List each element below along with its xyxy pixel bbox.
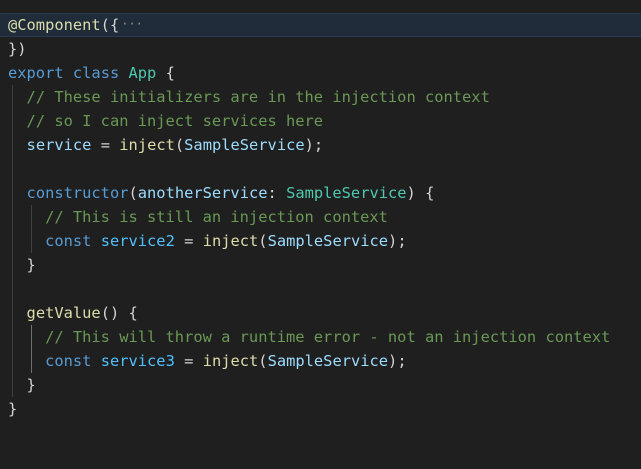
comment-token: // so I can inject services here — [26, 112, 324, 130]
code-line-17[interactable]: } — [0, 397, 641, 421]
comment-token: // This will throw a runtime error - not… — [45, 328, 611, 346]
code-line-1[interactable]: @Component({··· — [0, 13, 641, 37]
operator-token: = — [100, 136, 110, 154]
comment-token: // These initializers are in the injecti… — [26, 88, 490, 106]
code-line-4[interactable]: // These initializers are in the injecti… — [0, 85, 641, 109]
method-name-token: getValue — [26, 304, 101, 322]
brace-token: } — [26, 376, 36, 394]
function-token: inject — [119, 136, 175, 154]
code-line-2[interactable]: }) — [0, 37, 641, 61]
code-line-12[interactable] — [0, 277, 641, 301]
code-line-9[interactable]: // This is still an injection context — [0, 205, 641, 229]
keyword-token: const — [45, 232, 92, 250]
operator-token: = — [184, 232, 194, 250]
punct-token: ); — [304, 136, 324, 154]
punct-token: : — [267, 184, 277, 202]
punct-token: ( — [258, 352, 268, 370]
punct-token: ({ — [100, 16, 120, 34]
brace-token: { — [165, 64, 175, 82]
punct-token: ( — [174, 136, 185, 154]
punct-token: () — [100, 304, 120, 322]
code-editor[interactable]: @Component({··· }) export class App { //… — [0, 0, 641, 427]
code-line-7[interactable] — [0, 157, 641, 181]
code-line-10[interactable]: const service2 = inject(SampleService); — [0, 229, 641, 253]
punct-token: ( — [128, 184, 138, 202]
code-line-13[interactable]: getValue() { — [0, 301, 641, 325]
punct-token: }) — [8, 40, 27, 58]
folded-region-icon[interactable]: ··· — [121, 17, 143, 31]
operator-token: = — [184, 352, 194, 370]
parameter-token: anotherService — [137, 184, 268, 202]
identifier-token: SampleService — [267, 232, 389, 250]
class-name-token: App — [128, 64, 157, 82]
identifier-token: SampleService — [267, 352, 389, 370]
code-line-6[interactable]: service = inject(SampleService); — [0, 133, 641, 157]
brace-token: } — [26, 256, 36, 274]
brace-token: { — [425, 184, 435, 202]
code-line-15[interactable]: const service3 = inject(SampleService); — [0, 349, 641, 373]
brace-token: { — [128, 304, 138, 322]
keyword-token: const — [45, 352, 92, 370]
property-token: service — [26, 136, 92, 154]
function-token: inject — [202, 352, 259, 370]
const-variable-token: service3 — [100, 352, 175, 370]
type-token: SampleService — [286, 184, 407, 202]
function-token: inject — [202, 232, 259, 250]
code-line-14[interactable]: // This will throw a runtime error - not… — [0, 325, 641, 349]
punct-token: ( — [258, 232, 268, 250]
identifier-token: SampleService — [184, 136, 305, 154]
keyword-token: class — [72, 64, 120, 82]
punct-token: ); — [388, 232, 407, 250]
keyword-token: export — [8, 64, 64, 82]
decorator-token: @Component — [8, 16, 101, 34]
comment-token: // This is still an injection context — [45, 208, 388, 226]
punct-token: ) — [406, 184, 416, 202]
const-variable-token: service2 — [100, 232, 175, 250]
punct-token: ); — [388, 352, 407, 370]
code-line-11[interactable]: } — [0, 253, 641, 277]
code-line-3[interactable]: export class App { — [0, 61, 641, 85]
code-line-5[interactable]: // so I can inject services here — [0, 109, 641, 133]
brace-token: } — [8, 400, 18, 418]
keyword-token: constructor — [26, 184, 129, 202]
code-line-8[interactable]: constructor(anotherService: SampleServic… — [0, 181, 641, 205]
code-line-16[interactable]: } — [0, 373, 641, 397]
